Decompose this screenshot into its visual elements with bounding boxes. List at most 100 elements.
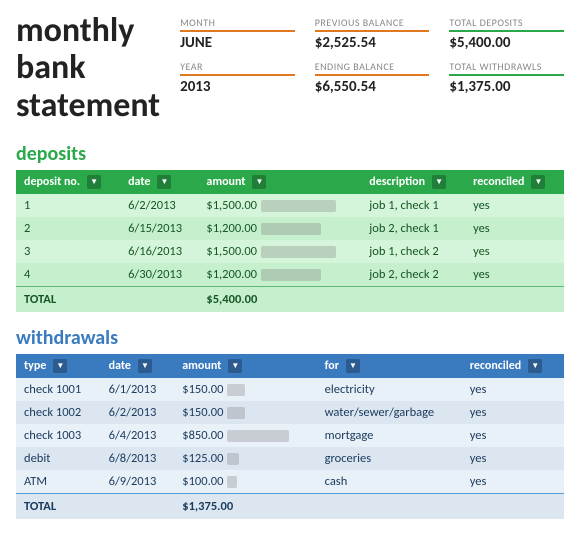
total-withdrawals-label: TOTAL WITHDRAWLS (449, 60, 564, 76)
filter-for-icon[interactable]: ▼ (346, 359, 360, 373)
deposits-total-value: $5,400.00 (198, 287, 361, 313)
deposit-date: 6/30/2013 (120, 263, 198, 287)
withdrawal-reconciled: yes (462, 401, 564, 424)
withdrawal-bar (227, 384, 245, 396)
deposit-description: job 2, check 2 (361, 263, 465, 287)
deposits-col-description[interactable]: description▼ (361, 170, 465, 194)
withdrawal-amount: $850.00 (174, 424, 316, 447)
deposit-reconciled: yes (465, 194, 564, 217)
withdrawals-total-row: TOTAL $1,375.00 (16, 494, 564, 520)
withdrawals-row: ATM 6/9/2013 $100.00 cash yes (16, 470, 564, 494)
withdrawal-amount: $125.00 (174, 447, 316, 470)
ending-balance-value: $6,550.54 (315, 78, 430, 96)
filter-no-icon[interactable]: ▼ (87, 175, 101, 189)
deposits-row: 3 6/16/2013 $1,500.00 job 1, check 2 yes (16, 240, 564, 263)
withdrawals-table: type▼ date▼ amount▼ for▼ reconciled▼ che… (16, 354, 564, 519)
withdrawal-bar (227, 407, 245, 419)
withdrawals-section-header: withdrawals (16, 326, 564, 350)
withdrawals-total-value: $1,375.00 (174, 494, 316, 520)
month-value: JUNE (180, 34, 295, 52)
deposits-col-date[interactable]: date▼ (120, 170, 198, 194)
header: monthly bank statement MONTH PREVIOUS BA… (16, 12, 564, 124)
filter-reconciled-icon[interactable]: ▼ (531, 175, 545, 189)
deposit-no: 4 (16, 263, 120, 287)
withdrawals-col-for[interactable]: for▼ (317, 354, 462, 378)
withdrawal-for: mortgage (317, 424, 462, 447)
deposit-amount: $1,500.00 (198, 240, 361, 263)
total-deposits-label: TOTAL DEPOSITS (449, 16, 564, 32)
withdrawal-date: 6/2/2013 (101, 401, 175, 424)
withdrawal-reconciled: yes (462, 378, 564, 401)
withdrawal-amount: $150.00 (174, 378, 316, 401)
deposits-total-row: TOTAL $5,400.00 (16, 287, 564, 313)
withdrawal-reconciled: yes (462, 447, 564, 470)
deposit-bar (261, 223, 321, 235)
deposit-description: job 2, check 1 (361, 217, 465, 240)
withdrawal-type: debit (16, 447, 101, 470)
withdrawal-date: 6/1/2013 (101, 378, 175, 401)
year-value: 2013 (180, 78, 295, 96)
deposit-description: job 1, check 2 (361, 240, 465, 263)
withdrawal-amount: $100.00 (174, 470, 316, 494)
withdrawal-amount: $150.00 (174, 401, 316, 424)
withdrawal-type: ATM (16, 470, 101, 494)
withdrawals-col-type[interactable]: type▼ (16, 354, 101, 378)
deposit-no: 3 (16, 240, 120, 263)
deposit-amount: $1,500.00 (198, 194, 361, 217)
deposit-description: job 1, check 1 (361, 194, 465, 217)
filter-desc-icon[interactable]: ▼ (432, 175, 446, 189)
deposit-reconciled: yes (465, 217, 564, 240)
filter-wdate-icon[interactable]: ▼ (138, 359, 152, 373)
filter-type-icon[interactable]: ▼ (53, 359, 67, 373)
prev-balance-value: $2,525.54 (315, 34, 430, 52)
deposit-bar (261, 269, 321, 281)
total-withdrawals-value: $1,375.00 (449, 78, 564, 96)
filter-date-icon[interactable]: ▼ (157, 175, 171, 189)
deposit-date: 6/16/2013 (120, 240, 198, 263)
deposits-section-header: deposits (16, 142, 564, 166)
deposit-reconciled: yes (465, 263, 564, 287)
withdrawal-date: 6/8/2013 (101, 447, 175, 470)
withdrawals-total-label: TOTAL (16, 494, 101, 520)
withdrawals-row: check 1003 6/4/2013 $850.00 mortgage yes (16, 424, 564, 447)
withdrawals-col-amount[interactable]: amount▼ (174, 354, 316, 378)
filter-wreconciled-icon[interactable]: ▼ (528, 359, 542, 373)
filter-amount-icon[interactable]: ▼ (252, 175, 266, 189)
withdrawal-reconciled: yes (462, 470, 564, 494)
deposit-date: 6/2/2013 (120, 194, 198, 217)
withdrawal-type: check 1001 (16, 378, 101, 401)
deposits-total-label: TOTAL (16, 287, 120, 313)
withdrawals-col-reconciled[interactable]: reconciled▼ (462, 354, 564, 378)
deposits-row: 4 6/30/2013 $1,200.00 job 2, check 2 yes (16, 263, 564, 287)
deposit-bar (261, 246, 336, 258)
deposits-header-row: deposit no.▼ date▼ amount▼ description▼ … (16, 170, 564, 194)
withdrawals-row: debit 6/8/2013 $125.00 groceries yes (16, 447, 564, 470)
withdrawal-for: water/sewer/garbage (317, 401, 462, 424)
month-label: MONTH (180, 16, 295, 32)
withdrawals-row: check 1002 6/2/2013 $150.00 water/sewer/… (16, 401, 564, 424)
total-deposits-value: $5,400.00 (449, 34, 564, 52)
deposits-col-amount[interactable]: amount▼ (198, 170, 361, 194)
deposit-reconciled: yes (465, 240, 564, 263)
withdrawals-header-row: type▼ date▼ amount▼ for▼ reconciled▼ (16, 354, 564, 378)
deposit-amount: $1,200.00 (198, 263, 361, 287)
deposit-bar (261, 200, 336, 212)
deposit-no: 1 (16, 194, 120, 217)
withdrawal-type: check 1002 (16, 401, 101, 424)
withdrawal-date: 6/4/2013 (101, 424, 175, 447)
deposits-col-no[interactable]: deposit no.▼ (16, 170, 120, 194)
withdrawal-bar (227, 430, 289, 442)
filter-wamount-icon[interactable]: ▼ (228, 359, 242, 373)
withdrawal-for: groceries (317, 447, 462, 470)
ending-balance-label: ENDING BALANCE (315, 60, 430, 76)
withdrawals-col-date[interactable]: date▼ (101, 354, 175, 378)
withdrawal-bar (227, 476, 237, 488)
withdrawal-for: electricity (317, 378, 462, 401)
withdrawal-bar (227, 453, 239, 465)
deposits-table: deposit no.▼ date▼ amount▼ description▼ … (16, 170, 564, 312)
deposits-col-reconciled[interactable]: reconciled▼ (465, 170, 564, 194)
deposit-no: 2 (16, 217, 120, 240)
withdrawals-row: check 1001 6/1/2013 $150.00 electricity … (16, 378, 564, 401)
prev-balance-label: PREVIOUS BALANCE (315, 16, 430, 32)
withdrawal-type: check 1003 (16, 424, 101, 447)
